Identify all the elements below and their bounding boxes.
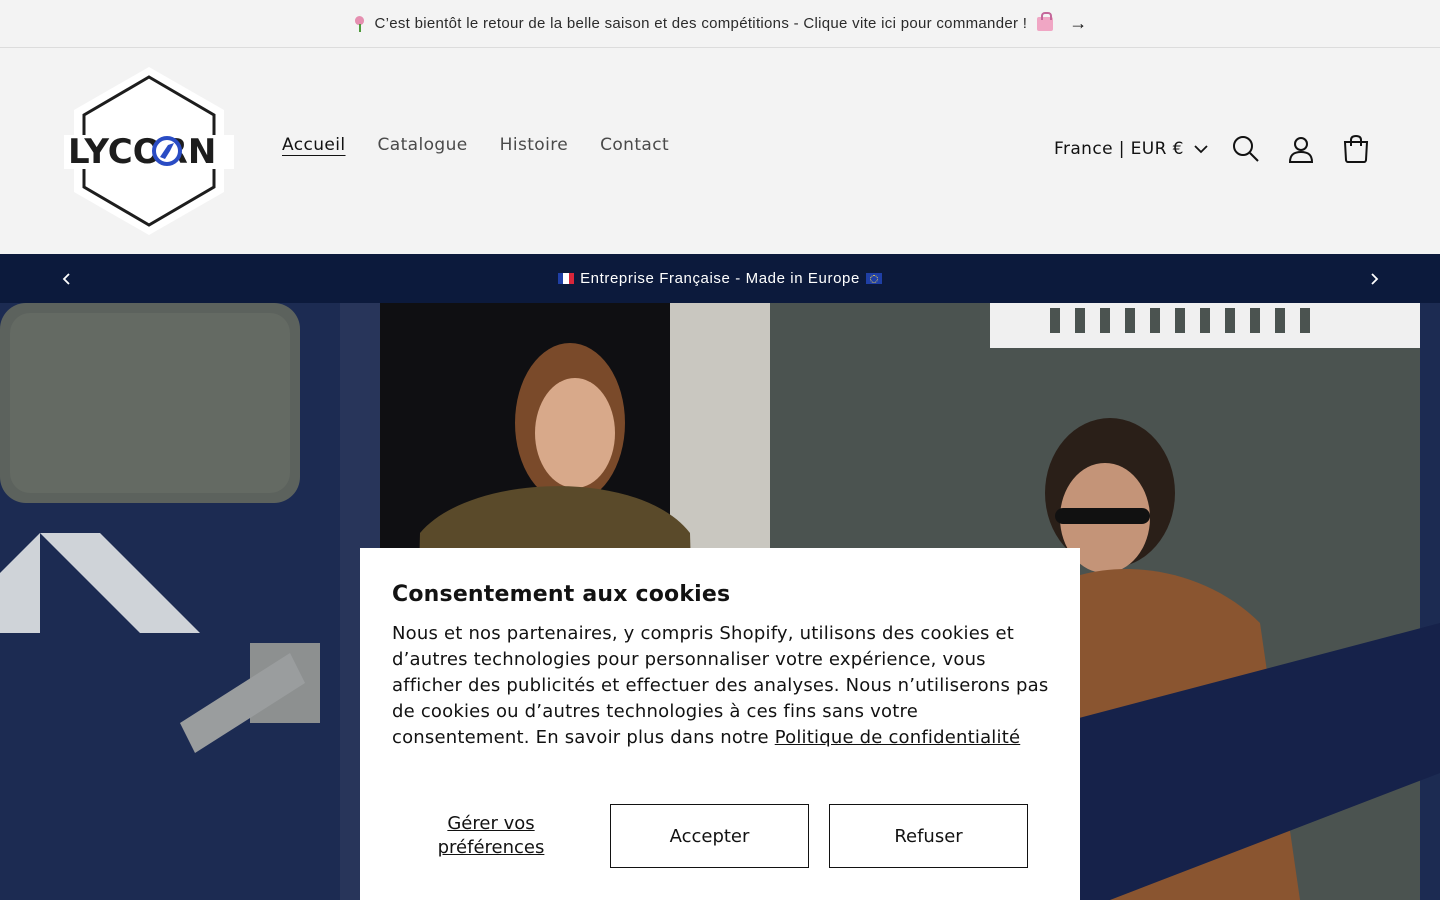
info-strip-label: Entreprise Française - Made in Europe <box>580 270 860 287</box>
eu-flag-icon <box>865 273 882 284</box>
manage-preferences-button[interactable]: Gérer vos préférences <box>392 812 590 860</box>
accept-button[interactable]: Accepter <box>610 804 809 868</box>
country-selector[interactable]: France | EUR € <box>1054 139 1208 159</box>
arrow-right-icon: → <box>1069 13 1088 33</box>
refuse-button[interactable]: Refuser <box>829 804 1028 868</box>
france-flag-icon <box>558 273 575 284</box>
search-icon[interactable] <box>1230 133 1262 165</box>
logo-text: LYCORN <box>68 132 216 172</box>
cart-icon[interactable] <box>1340 133 1372 165</box>
site-header: LYCORN Accueil Catalogue Histoire Contac… <box>0 49 1440 254</box>
logo[interactable]: LYCORN <box>64 65 234 237</box>
account-icon[interactable] <box>1285 133 1317 165</box>
cookie-actions: Gérer vos préférences Accepter Refuser <box>392 804 1028 868</box>
nav-item-histoire[interactable]: Histoire <box>484 135 584 155</box>
cookie-consent-dialog: Consentement aux cookies Nous et nos par… <box>360 548 1080 900</box>
chevron-down-icon <box>1194 145 1208 154</box>
country-selector-label: France | EUR € <box>1054 139 1184 159</box>
privacy-policy-link[interactable]: Politique de confidentialité <box>775 727 1021 748</box>
announcement-bar: C’est bientôt le retour de la belle sais… <box>0 0 1440 48</box>
nav-item-catalogue[interactable]: Catalogue <box>362 135 484 155</box>
announcement-text: C’est bientôt le retour de la belle sais… <box>374 15 1028 32</box>
cookie-body: Nous et nos partenaires, y compris Shopi… <box>392 621 1052 751</box>
nav-item-contact[interactable]: Contact <box>584 135 685 155</box>
announcement-link[interactable]: C’est bientôt le retour de la belle sais… <box>352 11 1088 34</box>
nav-item-accueil[interactable]: Accueil <box>266 135 362 155</box>
shopping-bags-icon <box>1037 11 1054 31</box>
tulip-icon <box>352 15 366 32</box>
info-strip: Entreprise Française - Made in Europe <box>0 254 1440 303</box>
info-strip-text: Entreprise Française - Made in Europe <box>558 270 882 287</box>
cookie-title: Consentement aux cookies <box>392 582 731 607</box>
main-nav: Accueil Catalogue Histoire Contact <box>266 135 685 155</box>
chevron-left-icon[interactable] <box>58 270 76 288</box>
chevron-right-icon[interactable] <box>1365 270 1383 288</box>
